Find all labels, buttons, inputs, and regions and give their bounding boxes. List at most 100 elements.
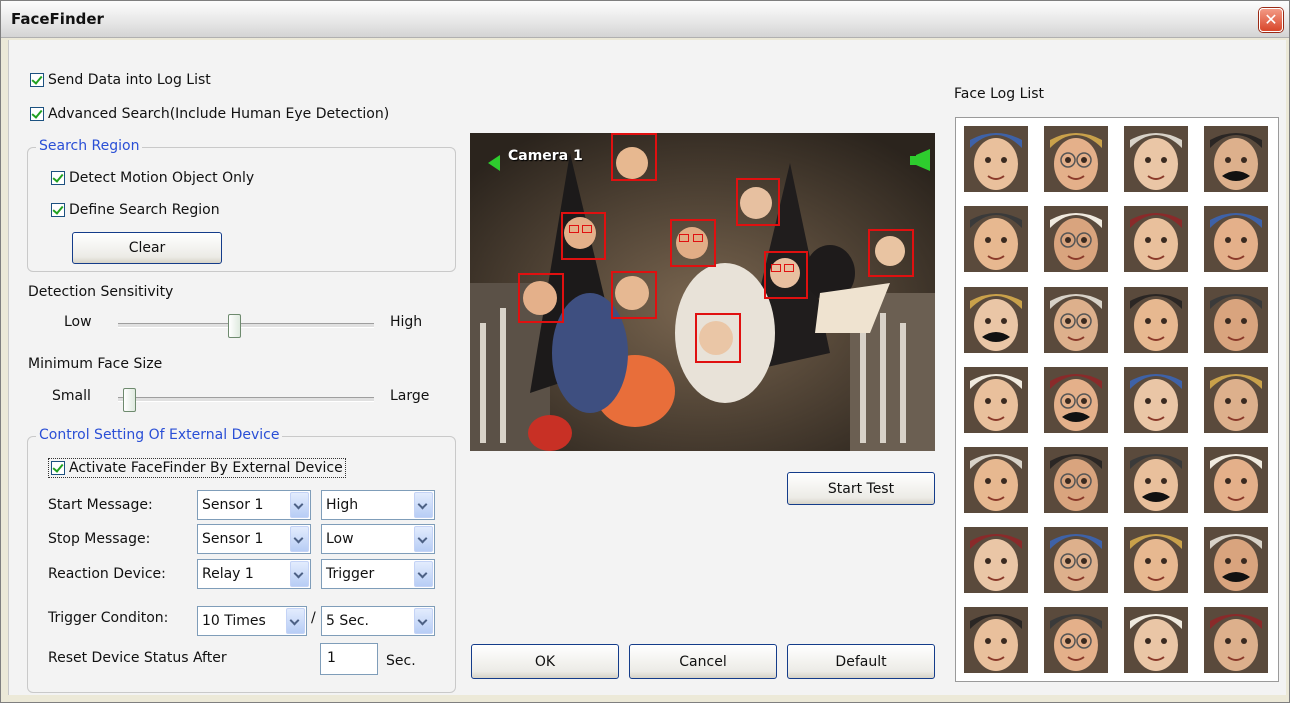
stop-sensor-value: Sensor 1 <box>202 531 264 547</box>
stop-message-label: Stop Message: <box>48 531 151 547</box>
detect-motion-checkbox[interactable]: Detect Motion Object Only <box>51 170 254 186</box>
start-level-select[interactable]: High <box>321 490 435 520</box>
face-detection-box <box>764 251 808 299</box>
face-detection-box <box>561 212 606 260</box>
clear-button[interactable]: Clear <box>72 232 222 264</box>
face-detection-box <box>868 229 914 277</box>
face-thumbnail[interactable] <box>1044 287 1108 353</box>
start-test-button[interactable]: Start Test <box>787 472 935 505</box>
face-thumbnail[interactable] <box>1124 126 1188 192</box>
reaction-device-select[interactable]: Relay 1 <box>197 559 311 589</box>
start-sensor-value: Sensor 1 <box>202 497 264 513</box>
trigger-period-select[interactable]: 5 Sec. <box>321 606 435 636</box>
face-thumbnail[interactable] <box>1044 126 1108 192</box>
reset-device-label: Reset Device Status After <box>48 650 227 666</box>
chevron-down-icon[interactable] <box>290 492 309 518</box>
face-thumbnail[interactable] <box>1204 126 1268 192</box>
face-thumbnail[interactable] <box>1044 607 1108 673</box>
face-size-small-label: Small <box>52 388 91 404</box>
define-region-label: Define Search Region <box>69 202 220 218</box>
chevron-down-icon[interactable] <box>414 526 433 552</box>
send-data-checkbox[interactable]: Send Data into Log List <box>30 72 211 88</box>
activate-external-label: Activate FaceFinder By External Device <box>69 460 343 476</box>
chevron-down-icon[interactable] <box>414 492 433 518</box>
checkbox-check-icon[interactable] <box>51 461 65 475</box>
face-detection-box <box>611 133 657 181</box>
face-log-list[interactable] <box>955 117 1279 682</box>
face-thumbnail[interactable] <box>1204 287 1268 353</box>
face-size-slider-track[interactable] <box>118 397 374 402</box>
sensitivity-slider-thumb[interactable] <box>228 314 242 338</box>
reaction-device-value: Relay 1 <box>202 566 254 582</box>
face-thumbnail[interactable] <box>1204 607 1268 673</box>
trigger-slash: / <box>311 610 316 626</box>
face-thumbnail[interactable] <box>964 206 1028 272</box>
face-thumbnail[interactable] <box>1044 206 1108 272</box>
face-thumbnail[interactable] <box>1124 607 1188 673</box>
face-detection-box <box>670 219 716 267</box>
start-message-label: Start Message: <box>48 497 153 513</box>
face-thumbnail[interactable] <box>1124 287 1188 353</box>
face-size-slider-thumb[interactable] <box>122 388 136 412</box>
close-icon[interactable]: ✕ <box>1259 8 1283 32</box>
reset-seconds-input[interactable]: 1 <box>320 643 378 675</box>
face-thumbnail[interactable] <box>1204 206 1268 272</box>
checkbox-check-icon[interactable] <box>51 171 65 185</box>
ok-button[interactable]: OK <box>471 644 619 679</box>
chevron-down-icon[interactable] <box>414 561 433 587</box>
face-thumbnail[interactable] <box>964 527 1028 593</box>
checkbox-check-icon[interactable] <box>30 107 44 121</box>
start-level-value: High <box>326 497 359 513</box>
trigger-times-value: 10 Times <box>202 613 266 629</box>
eye-detection-box <box>569 225 579 233</box>
eye-detection-box <box>679 234 689 242</box>
eye-detection-box <box>784 264 794 272</box>
face-size-large-label: Large <box>390 388 430 404</box>
checkbox-check-icon[interactable] <box>51 203 65 217</box>
face-thumbnail[interactable] <box>1204 367 1268 433</box>
minimum-face-size-title: Minimum Face Size <box>28 356 163 372</box>
face-thumbnail[interactable] <box>964 126 1028 192</box>
chevron-down-icon[interactable] <box>414 608 433 634</box>
face-thumbnail[interactable] <box>1124 447 1188 513</box>
face-thumbnail[interactable] <box>964 447 1028 513</box>
face-detection-box <box>736 178 780 226</box>
camera-label: Camera 1 <box>508 148 583 164</box>
reaction-mode-value: Trigger <box>326 566 375 582</box>
camera-preview[interactable]: Camera 1 <box>470 133 935 451</box>
detection-sensitivity-title: Detection Sensitivity <box>28 284 174 300</box>
stop-sensor-select[interactable]: Sensor 1 <box>197 524 311 554</box>
chevron-down-icon[interactable] <box>286 608 305 634</box>
face-thumbnail[interactable] <box>964 607 1028 673</box>
cancel-button[interactable]: Cancel <box>629 644 777 679</box>
trigger-times-select[interactable]: 10 Times <box>197 606 307 636</box>
start-sensor-select[interactable]: Sensor 1 <box>197 490 311 520</box>
face-thumbnail[interactable] <box>1124 367 1188 433</box>
stop-level-select[interactable]: Low <box>321 524 435 554</box>
chevron-down-icon[interactable] <box>290 526 309 552</box>
face-thumbnail[interactable] <box>1204 447 1268 513</box>
checkbox-check-icon[interactable] <box>30 73 44 87</box>
face-thumbnail[interactable] <box>1124 527 1188 593</box>
define-region-checkbox[interactable]: Define Search Region <box>51 202 220 218</box>
reset-unit-label: Sec. <box>386 653 416 669</box>
face-thumbnail[interactable] <box>1044 367 1108 433</box>
face-thumbnail[interactable] <box>964 287 1028 353</box>
reaction-device-label: Reaction Device: <box>48 566 166 582</box>
default-button[interactable]: Default <box>787 644 935 679</box>
external-device-title: Control Setting Of External Device <box>36 427 283 443</box>
face-detection-box <box>695 313 741 363</box>
title-bar[interactable]: FaceFinder ✕ <box>1 1 1289 38</box>
face-thumbnail[interactable] <box>1044 447 1108 513</box>
activate-external-checkbox[interactable]: Activate FaceFinder By External Device <box>48 458 346 478</box>
face-thumbnail[interactable] <box>1204 527 1268 593</box>
chevron-down-icon[interactable] <box>290 561 309 587</box>
sensitivity-high-label: High <box>390 314 423 330</box>
advanced-search-checkbox[interactable]: Advanced Search(Include Human Eye Detect… <box>30 106 389 122</box>
reaction-mode-select[interactable]: Trigger <box>321 559 435 589</box>
face-thumbnail[interactable] <box>964 367 1028 433</box>
sensitivity-slider-track[interactable] <box>118 323 374 328</box>
face-thumbnail[interactable] <box>1124 206 1188 272</box>
face-thumbnail[interactable] <box>1044 527 1108 593</box>
eye-detection-box <box>771 264 781 272</box>
